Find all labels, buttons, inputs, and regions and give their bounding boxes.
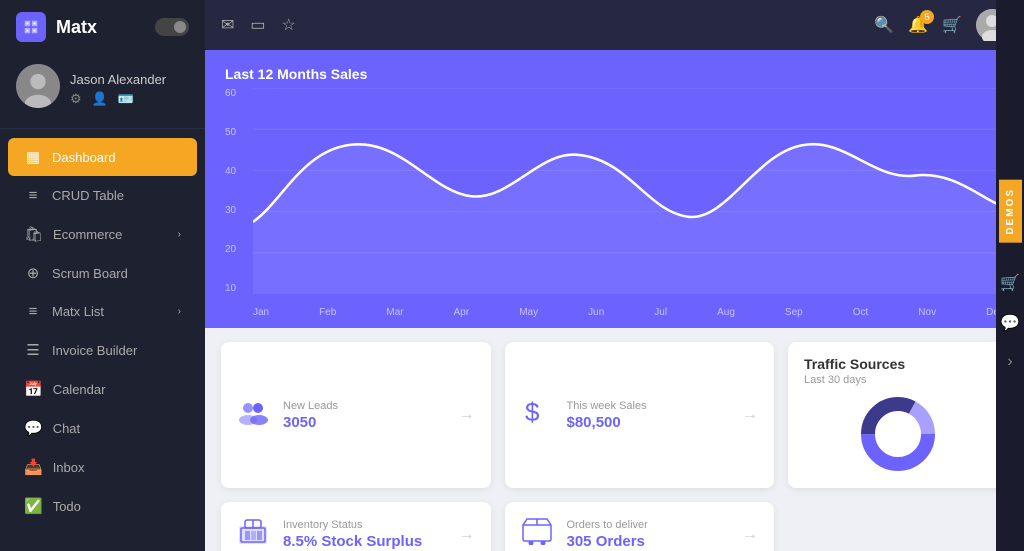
stats-row: New Leads 3050 → $ This week Sales $80,5… xyxy=(205,328,1024,502)
traffic-title: Traffic Sources xyxy=(804,356,992,372)
traffic-subtitle: Last 30 days xyxy=(804,374,992,386)
stat-label: Orders to deliver xyxy=(567,519,729,531)
stat-arrow[interactable]: → xyxy=(742,406,758,424)
orders-icon xyxy=(521,517,553,551)
leads-icon xyxy=(237,398,269,433)
inventory-icon xyxy=(237,516,269,551)
chart-container: 60 50 40 30 20 10 xyxy=(225,88,1004,318)
stat-info-inventory: Inventory Status 8.5% Stock Surplus xyxy=(283,519,445,550)
chart-svg xyxy=(253,88,1004,294)
stat-info-sales: This week Sales $80,500 xyxy=(567,400,729,431)
sidebar-item-label: Todo xyxy=(53,499,81,514)
topbar-right: 🔍 🔔 5 🛒 xyxy=(874,9,1008,41)
inbox-icon: 📥 xyxy=(24,458,43,476)
chart-x-labels: Jan Feb Mar Apr May Jun Jul Aug Sep Oct … xyxy=(253,307,1004,318)
chevron-right-icon: › xyxy=(178,306,181,317)
sidebar-item-dashboard[interactable]: ▦ Dashboard xyxy=(8,138,197,176)
sidebar-item-chat[interactable]: 💬 Chat xyxy=(8,409,197,447)
stat-arrow[interactable]: → xyxy=(459,406,475,424)
chart-title: Last 12 Months Sales xyxy=(225,66,1004,82)
donut-chart xyxy=(804,394,992,474)
sidebar-item-label: Invoice Builder xyxy=(52,343,137,358)
sidebar-item-label: Scrum Board xyxy=(52,266,128,281)
stat-value: 305 Orders xyxy=(567,533,729,550)
right-dock-chevron-icon[interactable]: › xyxy=(1007,353,1012,371)
invoice-icon: ☰ xyxy=(24,341,42,359)
sidebar-item-label: Calendar xyxy=(53,382,106,397)
stats-row-2: Inventory Status 8.5% Stock Surplus → xyxy=(205,502,1024,551)
stat-value: $80,500 xyxy=(567,414,729,431)
sidebar-item-label: Inbox xyxy=(53,460,85,475)
list-icon: ≡ xyxy=(24,303,42,320)
right-dock-cart-icon[interactable]: 🛒 xyxy=(1000,273,1020,293)
sidebar-item-invoice-builder[interactable]: ☰ Invoice Builder xyxy=(8,331,197,369)
stat-card-week-sales: $ This week Sales $80,500 → xyxy=(505,342,775,488)
svg-text:$: $ xyxy=(525,397,540,427)
sidebar-item-inbox[interactable]: 📥 Inbox xyxy=(8,448,197,486)
mail-icon[interactable]: ✉ xyxy=(221,15,234,35)
notification-badge: 5 xyxy=(920,10,934,24)
stat-label: Inventory Status xyxy=(283,519,445,531)
sidebar-item-matx-list[interactable]: ≡ Matx List › xyxy=(8,293,197,330)
avatar xyxy=(16,64,60,108)
chat-icon: 💬 xyxy=(24,419,43,437)
sidebar-item-label: Ecommerce xyxy=(53,227,122,242)
sidebar-item-crud-table[interactable]: ≡ CRUD Table xyxy=(8,177,197,214)
theme-toggle[interactable] xyxy=(155,18,189,36)
user-settings-icon[interactable]: ⚙ xyxy=(70,91,82,107)
sidebar-item-calendar[interactable]: 📅 Calendar xyxy=(8,370,197,408)
stat-value: 3050 xyxy=(283,414,445,431)
sidebar-item-label: Matx List xyxy=(52,304,104,319)
sidebar-item-todo[interactable]: ✅ Todo xyxy=(8,487,197,525)
stat-card-inventory: Inventory Status 8.5% Stock Surplus → xyxy=(221,502,491,551)
traffic-placeholder xyxy=(788,502,1008,551)
chart-area: Last 12 Months Sales 60 50 40 30 20 10 xyxy=(205,50,1024,328)
traffic-card: Traffic Sources Last 30 days xyxy=(788,342,1008,488)
star-icon[interactable]: ☆ xyxy=(282,15,296,35)
logo-icon xyxy=(16,12,46,42)
sidebar-item-label: Dashboard xyxy=(52,150,116,165)
stat-value: 8.5% Stock Surplus xyxy=(283,533,445,550)
nav-list: ▦ Dashboard ≡ CRUD Table 🛍 Ecommerce › ⊕… xyxy=(0,129,205,551)
sidebar: Matx Jason Alexander ⚙ 👤 🪪 xyxy=(0,0,205,551)
calendar-icon: 📅 xyxy=(24,380,43,398)
stat-info-orders: Orders to deliver 305 Orders xyxy=(567,519,729,550)
notifications-button[interactable]: 🔔 5 xyxy=(908,15,928,35)
scrum-icon: ⊕ xyxy=(24,264,42,282)
user-card-icon[interactable]: 🪪 xyxy=(118,91,134,107)
main-content: ✉ ▭ ☆ 🔍 🔔 5 🛒 xyxy=(205,0,1024,551)
stat-card-new-leads: New Leads 3050 → xyxy=(221,342,491,488)
cart-icon[interactable]: 🛒 xyxy=(942,15,962,35)
todo-icon: ✅ xyxy=(24,497,43,515)
user-section: Jason Alexander ⚙ 👤 🪪 xyxy=(0,54,205,129)
sidebar-item-ecommerce[interactable]: 🛍 Ecommerce › xyxy=(8,215,197,253)
window-icon[interactable]: ▭ xyxy=(250,15,265,35)
main-panel: ✉ ▭ ☆ 🔍 🔔 5 🛒 xyxy=(205,0,1024,551)
sidebar-item-label: CRUD Table xyxy=(52,188,124,203)
chart-y-labels: 60 50 40 30 20 10 xyxy=(225,88,236,294)
sales-icon: $ xyxy=(521,397,553,434)
stat-arrow[interactable]: → xyxy=(459,526,475,544)
stat-info-leads: New Leads 3050 xyxy=(283,400,445,431)
demos-tab[interactable]: DEMOS xyxy=(999,180,1022,243)
search-icon[interactable]: 🔍 xyxy=(874,15,894,35)
stat-label: This week Sales xyxy=(567,400,729,412)
right-dock-chat-icon[interactable]: 💬 xyxy=(1000,313,1020,333)
right-dock: DEMOS 🛒 💬 › xyxy=(996,0,1024,551)
user-profile-icon[interactable]: 👤 xyxy=(92,91,108,107)
crud-icon: ≡ xyxy=(24,187,42,204)
stat-label: New Leads xyxy=(283,400,445,412)
stat-card-orders: Orders to deliver 305 Orders → xyxy=(505,502,775,551)
sidebar-item-label: Chat xyxy=(53,421,80,436)
chevron-right-icon: › xyxy=(178,229,181,240)
app-name: Matx xyxy=(56,17,97,38)
sidebar-item-scrum-board[interactable]: ⊕ Scrum Board xyxy=(8,254,197,292)
dashboard-icon: ▦ xyxy=(24,148,42,166)
stat-arrow[interactable]: → xyxy=(742,526,758,544)
sidebar-header: Matx xyxy=(0,0,205,54)
user-name: Jason Alexander xyxy=(70,72,166,87)
topbar: ✉ ▭ ☆ 🔍 🔔 5 🛒 xyxy=(205,0,1024,50)
ecommerce-icon: 🛍 xyxy=(24,225,43,243)
